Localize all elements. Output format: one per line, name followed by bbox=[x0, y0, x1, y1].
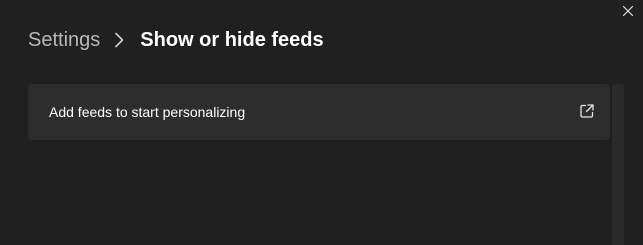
close-button[interactable] bbox=[619, 2, 637, 20]
breadcrumb-settings-link[interactable]: Settings bbox=[28, 27, 100, 53]
page-title: Show or hide feeds bbox=[140, 29, 324, 51]
chevron-right-icon bbox=[112, 27, 126, 53]
add-feeds-label: Add feeds to start personalizing bbox=[49, 104, 246, 120]
breadcrumb: Settings Show or hide feeds bbox=[28, 27, 324, 53]
close-icon bbox=[622, 5, 634, 17]
scrollbar[interactable] bbox=[612, 84, 624, 245]
add-feeds-card[interactable]: Add feeds to start personalizing bbox=[28, 84, 610, 140]
open-external-icon bbox=[579, 103, 595, 119]
